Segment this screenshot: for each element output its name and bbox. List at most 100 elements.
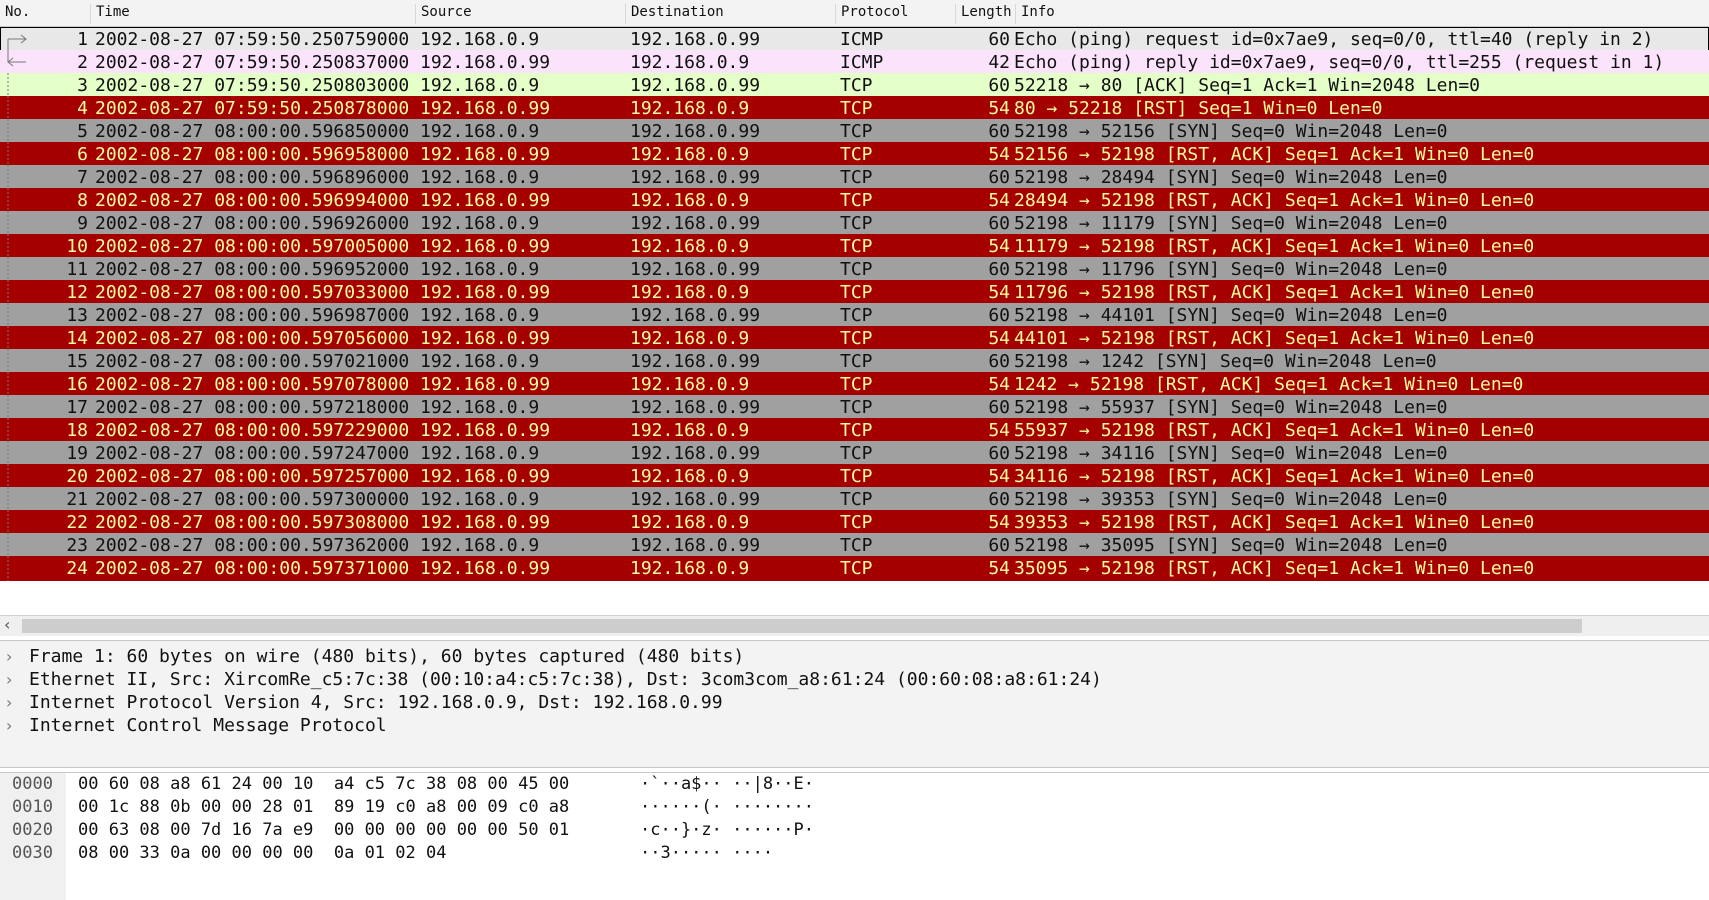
- packet-source: 192.168.0.99: [420, 466, 551, 487]
- packet-row[interactable]: 22 2002-08-27 08:00:00.597308000 192.168.0…: [0, 510, 1709, 535]
- packet-time: 2002-08-27 08:00:00.597229000: [95, 420, 410, 441]
- packet-list-header: No. Time Source Destination Protocol Len…: [0, 0, 1709, 27]
- packet-source: 192.168.0.9: [420, 167, 540, 188]
- detail-tree-item[interactable]: › Frame 1: 60 bytes on wire (480 bits), 6…: [0, 644, 1709, 669]
- packet-row[interactable]: 10 2002-08-27 08:00:00.597005000 192.168.0…: [0, 234, 1709, 259]
- column-header-protocol[interactable]: Protocol: [835, 4, 955, 24]
- packet-no: 10: [66, 236, 88, 257]
- packet-no: 9: [77, 213, 88, 234]
- packet-row[interactable]: 23 2002-08-27 08:00:00.597362000 192.168.0…: [0, 533, 1709, 558]
- packet-source: 192.168.0.99: [420, 98, 551, 119]
- packet-destination: 192.168.0.99: [630, 305, 761, 326]
- packet-row[interactable]: 9 2002-08-27 08:00:00.596926000 192.168.0.…: [0, 211, 1709, 236]
- packet-destination: 192.168.0.99: [630, 75, 761, 96]
- hex-offset: 0030: [12, 843, 53, 863]
- packet-row[interactable]: 20 2002-08-27 08:00:00.597257000 192.168.0…: [0, 464, 1709, 489]
- packet-list[interactable]: 1 2002-08-27 07:59:50.250759000 192.168.0.…: [0, 27, 1709, 615]
- packet-row[interactable]: 14 2002-08-27 08:00:00.597056000 192.168.0…: [0, 326, 1709, 351]
- packet-no: 8: [77, 190, 88, 211]
- packet-length: 60: [988, 167, 1010, 188]
- packet-source: 192.168.0.9: [420, 121, 540, 142]
- packet-no: 24: [66, 558, 88, 579]
- packet-row[interactable]: 18 2002-08-27 08:00:00.597229000 192.168.0…: [0, 418, 1709, 443]
- packet-info: Echo (ping) request id=0x7ae9, seq=0/0, …: [1014, 29, 1654, 50]
- column-header-length[interactable]: Length: [955, 4, 1015, 24]
- packet-row[interactable]: 15 2002-08-27 08:00:00.597021000 192.168.0…: [0, 349, 1709, 374]
- expand-chevron-icon[interactable]: ›: [6, 690, 12, 715]
- packet-no: 17: [66, 397, 88, 418]
- packet-row[interactable]: 17 2002-08-27 08:00:00.597218000 192.168.0…: [0, 395, 1709, 420]
- packet-time: 2002-08-27 08:00:00.597247000: [95, 443, 410, 464]
- packet-length: 54: [988, 282, 1010, 303]
- packet-destination: 192.168.0.99: [630, 351, 761, 372]
- hex-offset: 0010: [12, 797, 53, 817]
- packet-row[interactable]: 7 2002-08-27 08:00:00.596896000 192.168.0.…: [0, 165, 1709, 190]
- packet-destination: 192.168.0.9: [630, 190, 750, 211]
- packet-length: 54: [988, 374, 1010, 395]
- packet-protocol: TCP: [840, 167, 873, 188]
- hex-bytes[interactable]: 00 63 08 00 7d 16 7a e9 00 00 00 00 00 0…: [78, 819, 569, 842]
- packet-info: 55937 → 52198 [RST, ACK] Seq=1 Ack=1 Win…: [1014, 420, 1535, 441]
- horizontal-scrollbar[interactable]: ‹: [0, 615, 1709, 636]
- packet-row[interactable]: 2 2002-08-27 07:59:50.250837000 192.168.0.…: [0, 50, 1709, 75]
- packet-protocol: TCP: [840, 328, 873, 349]
- packet-info: 52198 → 39353 [SYN] Seq=0 Win=2048 Len=0: [1014, 489, 1448, 510]
- packet-length: 60: [988, 75, 1010, 96]
- packet-row[interactable]: 24 2002-08-27 08:00:00.597371000 192.168.0…: [0, 556, 1709, 581]
- packet-info: 11796 → 52198 [RST, ACK] Seq=1 Ack=1 Win…: [1014, 282, 1535, 303]
- expand-chevron-icon[interactable]: ›: [6, 644, 12, 669]
- packet-protocol: TCP: [840, 443, 873, 464]
- packet-time: 2002-08-27 08:00:00.597078000: [95, 374, 410, 395]
- packet-row[interactable]: 19 2002-08-27 08:00:00.597247000 192.168.0…: [0, 441, 1709, 466]
- packet-row[interactable]: 8 2002-08-27 08:00:00.596994000 192.168.0.…: [0, 188, 1709, 213]
- packet-time: 2002-08-27 08:00:00.597005000: [95, 236, 410, 257]
- hex-bytes[interactable]: 00 60 08 a8 61 24 00 10 a4 c5 7c 38 08 0…: [78, 773, 569, 796]
- packet-length: 60: [988, 121, 1010, 142]
- packet-row[interactable]: 1 2002-08-27 07:59:50.250759000 192.168.0.…: [0, 27, 1709, 52]
- detail-tree-item[interactable]: › Ethernet II, Src: XircomRe_c5:7c:38 (00…: [0, 667, 1709, 692]
- packet-no: 15: [66, 351, 88, 372]
- packet-row[interactable]: 21 2002-08-27 08:00:00.597300000 192.168.0…: [0, 487, 1709, 512]
- packet-row[interactable]: 5 2002-08-27 08:00:00.596850000 192.168.0.…: [0, 119, 1709, 144]
- packet-row[interactable]: 11 2002-08-27 08:00:00.596952000 192.168.0…: [0, 257, 1709, 282]
- hex-line[interactable]: 0000 00 60 08 a8 61 24 00 10 a4 c5 7c 38 …: [0, 773, 1709, 796]
- column-header-destination[interactable]: Destination: [625, 4, 835, 24]
- packet-protocol: TCP: [840, 144, 873, 165]
- packet-info: 80 → 52218 [RST] Seq=1 Win=0 Len=0: [1014, 98, 1383, 119]
- detail-tree-item[interactable]: › Internet Control Message Protocol: [0, 713, 1709, 738]
- packet-row[interactable]: 4 2002-08-27 07:59:50.250878000 192.168.0.…: [0, 96, 1709, 121]
- hex-line[interactable]: 0010 00 1c 88 0b 00 00 28 01 89 19 c0 a8 …: [0, 796, 1709, 819]
- column-header-source[interactable]: Source: [415, 4, 625, 24]
- hex-ascii[interactable]: ··3····· ····: [640, 842, 773, 865]
- scrollbar-thumb[interactable]: [22, 619, 1582, 633]
- packet-length: 54: [988, 190, 1010, 211]
- packet-row[interactable]: 16 2002-08-27 08:00:00.597078000 192.168.0…: [0, 372, 1709, 397]
- packet-details-pane: › Frame 1: 60 bytes on wire (480 bits), 6…: [0, 640, 1709, 768]
- hex-line[interactable]: 0020 00 63 08 00 7d 16 7a e9 00 00 00 00 …: [0, 819, 1709, 842]
- packet-protocol: TCP: [840, 512, 873, 533]
- packet-source: 192.168.0.99: [420, 328, 551, 349]
- packet-no: 22: [66, 512, 88, 533]
- packet-row[interactable]: 3 2002-08-27 07:59:50.250803000 192.168.0.…: [0, 73, 1709, 98]
- packet-time: 2002-08-27 08:00:00.596926000: [95, 213, 410, 234]
- packet-source: 192.168.0.9: [420, 535, 540, 556]
- hex-ascii[interactable]: ·`··a$·· ··|8··E·: [640, 773, 814, 796]
- packet-no: 11: [66, 259, 88, 280]
- detail-tree-item[interactable]: › Internet Protocol Version 4, Src: 192.1…: [0, 690, 1709, 715]
- column-header-time[interactable]: Time: [90, 4, 415, 24]
- hex-bytes[interactable]: 00 1c 88 0b 00 00 28 01 89 19 c0 a8 00 0…: [78, 796, 569, 819]
- expand-chevron-icon[interactable]: ›: [6, 667, 12, 692]
- packet-row[interactable]: 6 2002-08-27 08:00:00.596958000 192.168.0.…: [0, 142, 1709, 167]
- column-header-info[interactable]: Info: [1015, 4, 1709, 24]
- hex-line[interactable]: 0030 08 00 33 0a 00 00 00 00 0a 01 02 04 ·…: [0, 842, 1709, 865]
- packet-protocol: TCP: [840, 98, 873, 119]
- packet-row[interactable]: 13 2002-08-27 08:00:00.596987000 192.168.0…: [0, 303, 1709, 328]
- hex-ascii[interactable]: ······(· ········: [640, 796, 814, 819]
- scroll-left-icon[interactable]: ‹: [4, 615, 10, 634]
- expand-chevron-icon[interactable]: ›: [6, 713, 12, 738]
- column-header-no[interactable]: No.: [0, 4, 90, 24]
- packet-row[interactable]: 12 2002-08-27 08:00:00.597033000 192.168.0…: [0, 280, 1709, 305]
- hex-bytes[interactable]: 08 00 33 0a 00 00 00 00 0a 01 02 04: [78, 842, 446, 865]
- packet-destination: 192.168.0.99: [630, 213, 761, 234]
- hex-ascii[interactable]: ·c··}·z· ······P·: [640, 819, 814, 842]
